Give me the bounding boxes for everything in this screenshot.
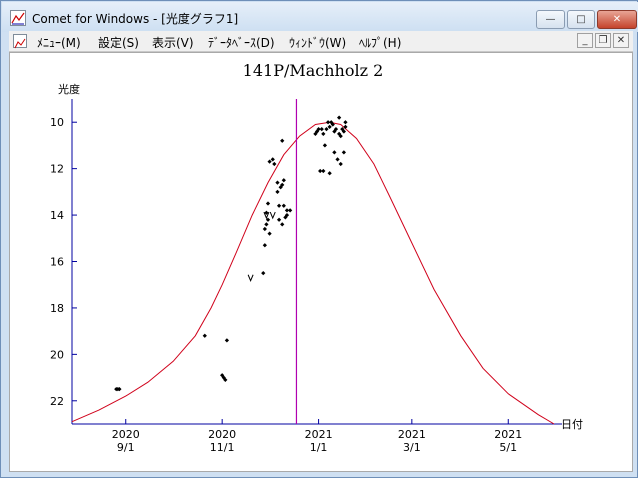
observation-point [265,201,271,206]
chart-title: 141P/Machholz 2 [243,61,384,80]
observation-point [262,243,267,248]
document-icon[interactable] [13,34,27,49]
y-tick-label: 16 [50,256,64,269]
upper-limit-marks [247,211,276,283]
close-button[interactable]: ✕ [597,10,637,29]
observation-point [319,127,324,132]
menu-item-window[interactable]: ｳｨﾝﾄﾞｳ(W) [289,34,346,51]
observation-point [264,222,269,227]
x-tick-day: 11/1 [210,441,235,454]
menu-item-view[interactable]: 表示(V) [152,34,194,51]
x-tick-day: 5/1 [499,441,517,454]
observation-point [337,115,342,120]
chart-area: 141P/Machholz 2 光度 日付 10 12 14 16 18 20 22 202… [9,52,633,472]
observation-point [281,203,286,208]
mdi-close-button[interactable]: ✕ [613,33,629,48]
observation-point [338,161,343,167]
maximize-button[interactable]: □ [567,10,595,29]
observation-point [327,171,332,176]
observation-point [341,150,346,155]
mdi-minimize-button[interactable]: _ [577,33,593,48]
y-tick-label: 18 [50,302,64,315]
observation-point [281,178,286,183]
observation-point [321,131,326,136]
x-tick-day: 3/1 [403,441,421,454]
x-tick-year: 2021 [494,428,522,441]
menu-item-database[interactable]: ﾃﾞｰﾀﾍﾞｰｽ(D) [208,34,275,51]
observation-point [202,333,207,338]
observation-point [276,203,282,208]
observation-point [288,208,293,213]
title-bar[interactable]: Comet for Windows - [光度グラフ1] — □ ✕ [2,2,638,32]
y-axis-label: 光度 [58,82,80,96]
observation-point [270,157,275,162]
x-tick-year: 2020 [112,428,140,441]
y-tick-label: 14 [50,209,64,222]
light-curve-chart: 141P/Machholz 2 光度 日付 10 12 14 16 18 20 22 202… [50,61,583,454]
y-tick-group: 10 12 14 16 18 20 22 [50,116,77,408]
observation-point [272,161,277,167]
upper-limit-mark [247,274,254,283]
observation-point [343,120,348,125]
x-tick-year: 2020 [208,428,236,441]
observation-point [332,150,337,155]
app-window: Comet for Windows - [光度グラフ1] — □ ✕ ﾒﾆｭｰ(… [0,0,638,478]
observation-points [114,115,348,392]
upper-limit-mark [269,211,276,220]
observation-point [321,168,326,174]
observation-point [276,217,282,222]
menu-item-help[interactable]: ﾍﾙﾌﾟ(H) [359,34,401,51]
observation-point [324,127,329,132]
observation-point [275,180,280,185]
x-tick-day: 1/1 [310,441,328,454]
observation-point [343,124,348,129]
mdi-restore-button[interactable]: ❐ [595,33,611,48]
y-tick-label: 12 [50,163,64,176]
observation-point [267,159,272,164]
menu-bar: ﾒﾆｭｰ(M) 設定(S) 表示(V) ﾃﾞｰﾀﾍﾞｰｽ(D) ｳｨﾝﾄﾞｳ(W… [9,31,633,52]
y-tick-label: 10 [50,116,64,129]
observation-point [322,143,328,148]
x-axis-label: 日付 [561,418,583,431]
app-icon[interactable] [10,10,26,26]
menu-item-menu[interactable]: ﾒﾆｭｰ(M) [37,34,81,51]
observation-point [327,124,332,129]
x-tick-year: 2021 [398,428,426,441]
observation-point [335,157,340,162]
observation-point [280,222,285,227]
minimize-button[interactable]: — [536,10,565,29]
window-title: Comet for Windows - [光度グラフ1] [32,12,239,26]
observation-point [275,189,280,194]
x-tick-day: 9/1 [117,441,135,454]
menu-item-settings[interactable]: 設定(S) [98,34,139,51]
observation-point [280,138,285,143]
predicted-light-curve [71,121,555,425]
observation-point [261,270,266,276]
observation-point [224,338,230,343]
observation-point [262,226,267,232]
y-tick-label: 20 [50,348,64,361]
y-tick-label: 22 [50,395,64,408]
x-tick-year: 2021 [305,428,333,441]
observation-point [267,231,272,236]
